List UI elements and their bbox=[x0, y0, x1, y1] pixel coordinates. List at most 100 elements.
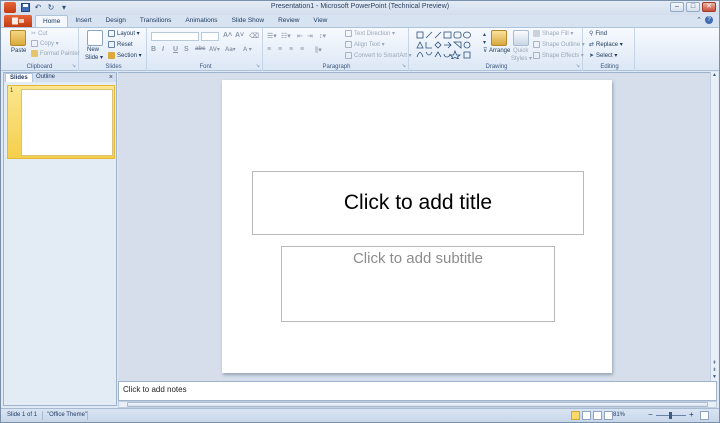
justify-icon[interactable]: ≡ bbox=[300, 46, 304, 53]
slide-show-view-icon[interactable] bbox=[604, 411, 613, 420]
character-spacing-button[interactable]: AV▾ bbox=[209, 46, 220, 53]
quick-styles-icon[interactable] bbox=[513, 30, 529, 46]
title-placeholder[interactable]: Click to add title bbox=[252, 171, 584, 235]
slide-count: Slide 1 of 1 bbox=[7, 412, 38, 418]
arrange-button[interactable]: Arrange bbox=[489, 48, 510, 54]
clear-formatting-icon[interactable]: ⌫ bbox=[249, 32, 259, 40]
horizontal-scrollbar[interactable] bbox=[118, 401, 717, 408]
arrange-icon[interactable] bbox=[491, 30, 507, 46]
align-right-icon[interactable]: ≡ bbox=[289, 46, 293, 53]
shape-fill-button[interactable]: Shape Fill ▾ bbox=[533, 30, 573, 37]
font-name-dropdown[interactable] bbox=[151, 32, 199, 41]
select-button[interactable]: ➤ Select ▾ bbox=[589, 52, 617, 59]
normal-view-icon[interactable] bbox=[571, 411, 580, 420]
binoculars-icon: ⚲ bbox=[589, 31, 594, 37]
quick-styles-dropdown[interactable]: Styles ▾ bbox=[511, 55, 532, 62]
replace-button[interactable]: ⇄ Replace ▾ bbox=[589, 41, 623, 48]
tab-transitions[interactable]: Transitions bbox=[133, 15, 179, 27]
drawing-group-label: Drawing bbox=[485, 64, 508, 70]
zoom-slider-thumb[interactable] bbox=[669, 412, 672, 419]
fit-slide-icon[interactable] bbox=[700, 411, 709, 420]
tab-view[interactable]: View bbox=[306, 15, 334, 27]
file-tab[interactable] bbox=[4, 15, 32, 27]
zoom-in-button[interactable]: + bbox=[689, 410, 694, 419]
tab-slides[interactable]: Slides bbox=[5, 73, 33, 82]
shape-effects-button[interactable]: Shape Effects ▾ bbox=[533, 52, 584, 59]
tab-home[interactable]: Home bbox=[35, 15, 69, 27]
next-slide-icon[interactable]: ⇟ bbox=[711, 367, 718, 374]
horizontal-scroll-thumb[interactable] bbox=[127, 402, 708, 407]
maximize-button[interactable]: □ bbox=[686, 2, 700, 12]
strikethrough-button[interactable]: abc bbox=[195, 46, 205, 52]
scroll-down-icon[interactable]: ▼ bbox=[711, 374, 718, 381]
copy-button[interactable]: Copy ▾ bbox=[31, 40, 59, 47]
layout-button[interactable]: Layout ▾ bbox=[108, 30, 140, 37]
zoom-level[interactable]: 81% bbox=[613, 412, 625, 418]
shapes-scroll-down-icon[interactable]: ▾ bbox=[483, 39, 486, 46]
paste-icon[interactable] bbox=[10, 30, 26, 46]
font-size-dropdown[interactable] bbox=[201, 32, 219, 41]
underline-button[interactable]: U bbox=[173, 46, 178, 53]
section-button[interactable]: Section ▾ bbox=[108, 52, 142, 59]
tab-design[interactable]: Design bbox=[99, 15, 133, 27]
bullets-icon[interactable]: ☰▾ bbox=[267, 32, 277, 40]
notes-pane[interactable]: Click to add notes bbox=[118, 381, 717, 401]
minimize-ribbon-icon[interactable]: ⌃ bbox=[696, 16, 702, 24]
tab-slide-show[interactable]: Slide Show bbox=[225, 15, 272, 27]
subtitle-placeholder[interactable]: Click to add subtitle bbox=[281, 246, 555, 322]
new-slide-button[interactable]: New bbox=[87, 47, 99, 53]
quick-styles-button[interactable]: Quick bbox=[513, 48, 528, 54]
zoom-out-button[interactable]: − bbox=[648, 410, 653, 419]
shrink-font-button[interactable]: A˅ bbox=[235, 32, 244, 39]
close-pane-button[interactable]: × bbox=[109, 73, 113, 82]
reading-view-icon[interactable] bbox=[593, 411, 602, 420]
slide-editing-area: Click to add title Click to add subtitle bbox=[118, 72, 717, 381]
shapes-more-icon[interactable]: ⊽ bbox=[483, 47, 487, 54]
cut-button[interactable]: ✂ Cut bbox=[31, 30, 47, 38]
shapes-gallery[interactable] bbox=[415, 31, 481, 59]
font-color-button[interactable]: A ▾ bbox=[243, 46, 252, 53]
shadow-button[interactable]: S bbox=[184, 46, 189, 53]
align-left-icon[interactable]: ≡ bbox=[267, 46, 271, 53]
grow-font-button[interactable]: A˄ bbox=[223, 32, 232, 39]
italic-button[interactable]: I bbox=[162, 46, 164, 53]
decrease-indent-icon[interactable]: ⇤ bbox=[297, 32, 303, 40]
paragraph-launcher-icon[interactable]: ↘ bbox=[402, 63, 406, 69]
line-spacing-icon[interactable]: ↕▾ bbox=[319, 32, 326, 40]
tab-animations[interactable]: Animations bbox=[178, 15, 224, 27]
slide-sorter-view-icon[interactable] bbox=[582, 411, 591, 420]
shape-outline-button[interactable]: Shape Outline ▾ bbox=[533, 41, 585, 48]
align-center-icon[interactable]: ≡ bbox=[278, 46, 282, 53]
text-direction-icon bbox=[345, 30, 352, 37]
scroll-up-icon[interactable]: ▲ bbox=[711, 72, 718, 79]
shapes-scroll-up-icon[interactable]: ▴ bbox=[483, 31, 486, 38]
tab-insert[interactable]: Insert bbox=[68, 15, 98, 27]
help-icon[interactable]: ? bbox=[705, 16, 713, 24]
tab-outline[interactable]: Outline bbox=[32, 73, 59, 82]
new-slide-dropdown[interactable]: Slide ▾ bbox=[85, 54, 103, 61]
align-text-button[interactable]: Align Text ▾ bbox=[345, 41, 385, 48]
format-painter-button[interactable]: Format Painter bbox=[31, 50, 80, 57]
minimize-button[interactable]: – bbox=[670, 2, 684, 12]
find-button[interactable]: ⚲ Find bbox=[589, 30, 607, 38]
paste-button[interactable]: Paste bbox=[11, 48, 26, 54]
paint-bucket-icon bbox=[533, 30, 540, 37]
tab-review[interactable]: Review bbox=[271, 15, 306, 27]
previous-slide-icon[interactable]: ⇞ bbox=[711, 360, 718, 367]
clipboard-launcher-icon[interactable]: ↘ bbox=[72, 63, 76, 69]
drawing-launcher-icon[interactable]: ↘ bbox=[576, 63, 580, 69]
close-button[interactable]: ✕ bbox=[702, 2, 716, 12]
convert-smartart-button[interactable]: Convert to SmartArt ▾ bbox=[345, 52, 412, 59]
font-launcher-icon[interactable]: ↘ bbox=[256, 63, 260, 69]
new-slide-icon[interactable] bbox=[87, 30, 103, 46]
numbering-icon[interactable]: ☷▾ bbox=[281, 32, 291, 40]
increase-indent-icon[interactable]: ⇥ bbox=[307, 32, 313, 40]
text-direction-button[interactable]: Text Direction ▾ bbox=[345, 30, 395, 37]
vertical-scrollbar[interactable]: ▲ ⇞ ⇟ ▼ bbox=[710, 72, 718, 381]
slide-canvas[interactable]: Click to add title Click to add subtitle bbox=[222, 80, 612, 373]
slide-thumbnail-1[interactable]: 1 bbox=[7, 85, 115, 159]
columns-icon[interactable]: ⫼▾ bbox=[315, 46, 322, 55]
bold-button[interactable]: B bbox=[151, 46, 156, 53]
reset-button[interactable]: Reset bbox=[108, 41, 133, 48]
change-case-button[interactable]: Aa▾ bbox=[225, 46, 236, 53]
